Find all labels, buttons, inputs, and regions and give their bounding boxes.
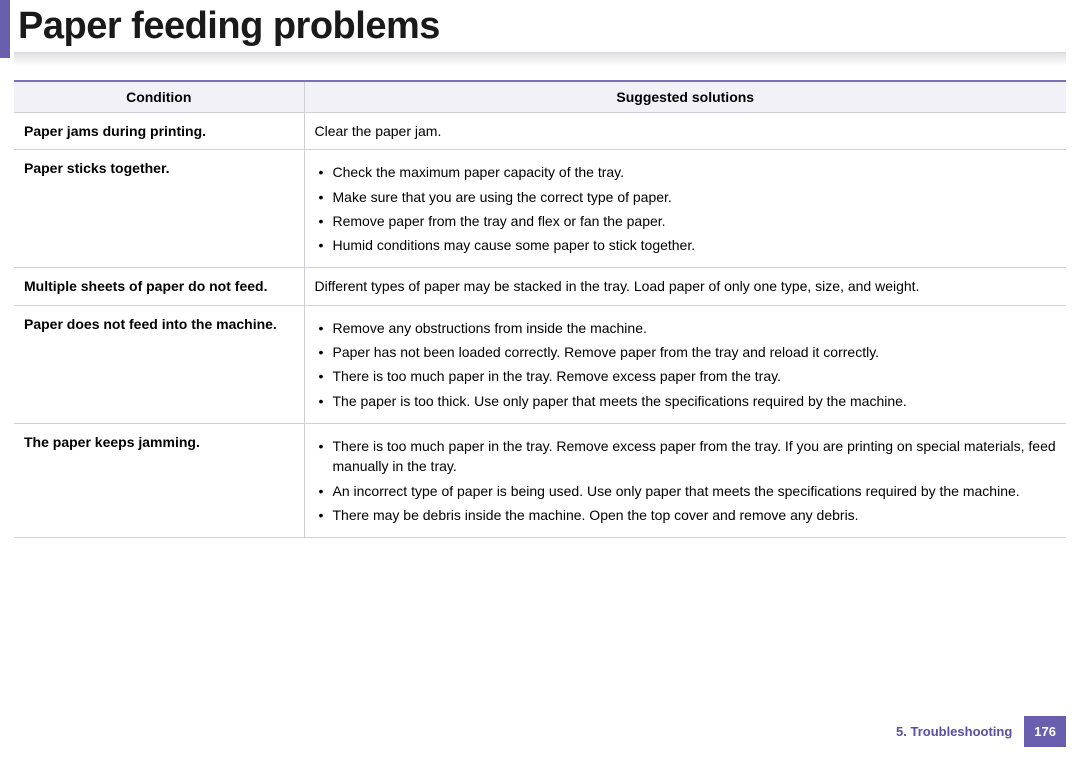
table-row: The paper keeps jamming. There is too mu…	[14, 423, 1066, 537]
list-item: An incorrect type of paper is being used…	[315, 481, 1057, 501]
solution-list: Remove any obstructions from inside the …	[315, 318, 1057, 411]
page-title: Paper feeding problems	[0, 5, 1080, 48]
condition-cell: Paper does not feed into the machine.	[14, 305, 304, 423]
footer-page-number: 176	[1024, 716, 1066, 747]
list-item: Paper has not been loaded correctly. Rem…	[315, 342, 1057, 362]
divider	[14, 52, 1066, 66]
title-bar: Paper feeding problems	[0, 0, 1080, 48]
list-item: There is too much paper in the tray. Rem…	[315, 436, 1057, 477]
list-item: Make sure that you are using the correct…	[315, 187, 1057, 207]
condition-cell: Multiple sheets of paper do not feed.	[14, 268, 304, 305]
page-footer: 5. Troubleshooting 176	[884, 716, 1066, 747]
condition-cell: The paper keeps jamming.	[14, 423, 304, 537]
title-accent	[0, 0, 10, 58]
list-item: There may be debris inside the machine. …	[315, 505, 1057, 525]
troubleshooting-table: Condition Suggested solutions Paper jams…	[14, 80, 1066, 538]
solution-cell: Different types of paper may be stacked …	[304, 268, 1066, 305]
list-item: The paper is too thick. Use only paper t…	[315, 391, 1057, 411]
solution-list: There is too much paper in the tray. Rem…	[315, 436, 1057, 525]
table-row: Paper does not feed into the machine. Re…	[14, 305, 1066, 423]
solution-cell: Clear the paper jam.	[304, 113, 1066, 150]
header-solutions: Suggested solutions	[304, 81, 1066, 113]
solution-cell: Check the maximum paper capacity of the …	[304, 150, 1066, 268]
content-area: Condition Suggested solutions Paper jams…	[0, 80, 1080, 538]
table-row: Paper jams during printing. Clear the pa…	[14, 113, 1066, 150]
list-item: Humid conditions may cause some paper to…	[315, 235, 1057, 255]
condition-cell: Paper jams during printing.	[14, 113, 304, 150]
table-row: Multiple sheets of paper do not feed. Di…	[14, 268, 1066, 305]
document-page: Paper feeding problems Condition Suggest…	[0, 0, 1080, 763]
solution-cell: There is too much paper in the tray. Rem…	[304, 423, 1066, 537]
table-row: Paper sticks together. Check the maximum…	[14, 150, 1066, 268]
list-item: There is too much paper in the tray. Rem…	[315, 366, 1057, 386]
list-item: Remove any obstructions from inside the …	[315, 318, 1057, 338]
footer-section: 5. Troubleshooting	[884, 716, 1024, 747]
list-item: Remove paper from the tray and flex or f…	[315, 211, 1057, 231]
condition-cell: Paper sticks together.	[14, 150, 304, 268]
header-condition: Condition	[14, 81, 304, 113]
solution-list: Check the maximum paper capacity of the …	[315, 162, 1057, 255]
list-item: Check the maximum paper capacity of the …	[315, 162, 1057, 182]
solution-cell: Remove any obstructions from inside the …	[304, 305, 1066, 423]
